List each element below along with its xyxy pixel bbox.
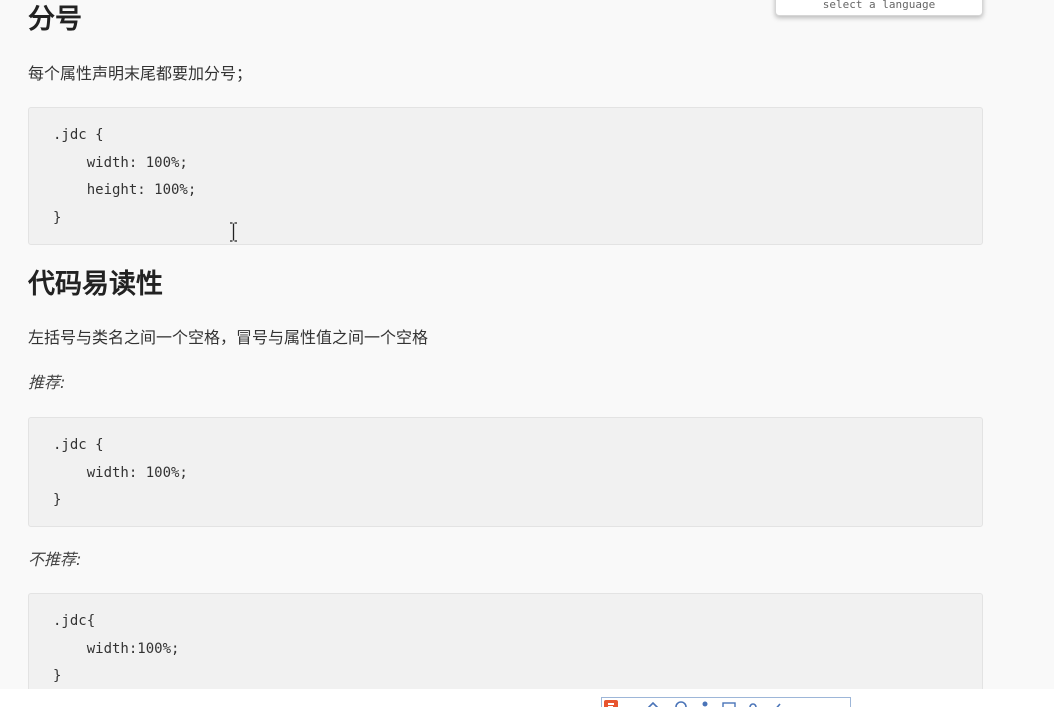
code-block-recommended[interactable]: .jdc { width: 100%;} (28, 417, 983, 527)
app-logo-icon[interactable] (604, 700, 618, 707)
recommended-label: 推荐: (28, 373, 66, 392)
not-recommended-label: 不推荐: (28, 550, 82, 569)
code-line: width: 100%; (53, 154, 188, 171)
page: 分号 每个属性声明末尾都要加分号； .jdc { width: 100%; he… (0, 0, 1054, 707)
code-line: } (53, 209, 62, 226)
language-select-label[interactable]: select a language (776, 0, 982, 13)
microphone-icon[interactable] (674, 700, 688, 707)
text-cursor-icon (230, 222, 237, 242)
code-line: .jdc { (53, 437, 104, 453)
skin-icon[interactable] (770, 700, 784, 707)
settings-icon[interactable] (746, 700, 760, 707)
code-line: .jdc{ (53, 613, 96, 629)
section-description-semicolon: 每个属性声明末尾都要加分号； (28, 64, 253, 83)
code-block-not-recommended[interactable]: .jdc{ width:100%;} (28, 593, 983, 703)
code-block-semicolon[interactable]: .jdc { width: 100%; height: 100%;} (28, 107, 983, 245)
section-title-semicolon: 分号 (28, 4, 82, 35)
code-line: } (53, 668, 62, 684)
code-line: .jdc { (53, 127, 104, 143)
section-description-readability: 左括号与类名之间一个空格，冒号与属性值之间一个空格 (28, 328, 429, 347)
language-select-popup[interactable]: select a language (775, 0, 983, 16)
person-icon[interactable] (698, 700, 712, 707)
grid-icon[interactable] (722, 700, 736, 707)
code-line: } (53, 492, 62, 508)
code-line: width:100%; (53, 640, 180, 657)
section-title-readability: 代码易读性 (28, 269, 163, 300)
bottom-strip (0, 689, 1054, 707)
code-line: height: 100%; (53, 182, 197, 198)
code-line: width: 100%; (53, 464, 188, 481)
keyboard-icon[interactable] (646, 700, 660, 707)
input-method-toolbar[interactable] (601, 697, 851, 707)
